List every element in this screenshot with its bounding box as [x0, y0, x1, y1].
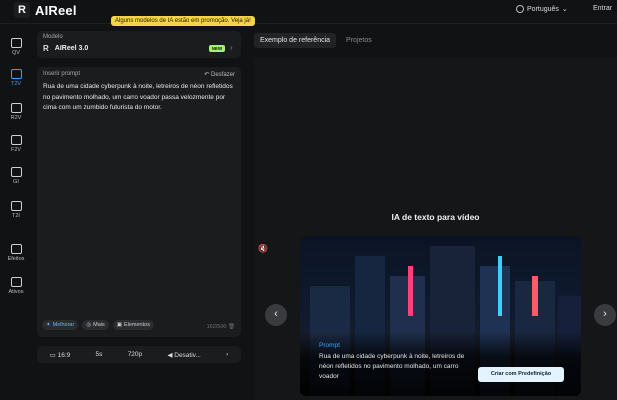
- sidebar-item-label: Ativos: [8, 289, 24, 295]
- text-image-icon: [10, 201, 22, 211]
- folder-icon: [10, 277, 22, 287]
- sidebar-item-f2v[interactable]: F2V: [0, 135, 32, 153]
- more-button[interactable]: ◎ Mais: [82, 320, 109, 330]
- next-arrow-button[interactable]: ›: [594, 304, 616, 326]
- globe-icon: [516, 5, 524, 13]
- sidebar-item-label: Efeitos: [7, 256, 25, 262]
- sidebar-item-label: QV: [12, 50, 20, 56]
- create-with-preset-button[interactable]: Criar com Predefinição: [478, 367, 564, 382]
- tab-reference-example[interactable]: Exemplo de referência: [254, 33, 337, 48]
- app-name: AIReel: [35, 2, 77, 18]
- enhance-button[interactable]: ✦ Melhorar: [42, 320, 79, 330]
- undo-button[interactable]: ↶ Desfazer: [204, 71, 235, 78]
- effects-icon: [10, 244, 22, 254]
- showcase-title: IA de texto para vídeo: [391, 212, 480, 222]
- ratio-value: 16:9: [57, 351, 71, 359]
- sidebar-item-gi[interactable]: GI: [0, 167, 32, 185]
- resolution-setting[interactable]: 720p: [128, 351, 142, 358]
- chevron-right-icon[interactable]: ›: [230, 43, 233, 52]
- sidebar-item-r2v[interactable]: R2V: [0, 103, 32, 121]
- neon-sign: [498, 256, 502, 316]
- model-label: Modelo: [43, 34, 63, 40]
- ratio-setting[interactable]: ▭ 16:9: [50, 351, 71, 359]
- sidebar-rail: QV T2V R2V F2V GI T2I Efeitos Ativos: [0, 28, 32, 400]
- language-selector[interactable]: Português ⌄: [516, 5, 568, 13]
- frame-video-icon: [10, 135, 22, 145]
- prompt-label: Inserir prompt: [43, 71, 81, 77]
- sidebar-item-label: T2V: [10, 81, 22, 87]
- model-name: AIReel 3.0: [54, 45, 89, 52]
- prev-arrow-button[interactable]: ‹: [265, 304, 287, 326]
- view-tabs: Exemplo de referência Projetos: [254, 33, 378, 48]
- login-button[interactable]: Entrar: [593, 5, 612, 12]
- promo-banner[interactable]: Alguns modelos de IA estão em promoção. …: [111, 16, 255, 26]
- elements-label: Elementos: [123, 322, 150, 328]
- sidebar-item-label: R2V: [10, 115, 22, 121]
- sidebar-item-label: GI: [13, 179, 19, 185]
- settings-bar[interactable]: ▭ 16:9 5s 720p ◀ Desativ... ›: [37, 346, 241, 363]
- video-prompt-label: Prompt: [319, 342, 340, 349]
- new-badge: NEW: [209, 45, 225, 52]
- logo[interactable]: R AIReel: [14, 2, 77, 18]
- audio-setting[interactable]: ◀ Desativ...: [167, 351, 200, 359]
- sidebar-item-t2i[interactable]: T2I: [0, 201, 32, 219]
- model-logo-icon: R: [43, 44, 49, 53]
- video-prompt-text: Rua de uma cidade cyberpunk à noite, let…: [319, 353, 465, 380]
- char-counter-value: 162/500: [206, 324, 227, 330]
- top-bar: R AIReel Português ⌄ Entrar: [0, 0, 617, 24]
- undo-label: Desfazer: [210, 72, 235, 78]
- video-grid-icon: [10, 38, 22, 48]
- sidebar-item-label: T2I: [12, 213, 20, 219]
- prompt-panel: Inserir prompt ↶ Desfazer Rua de uma cid…: [37, 67, 241, 337]
- duration-setting[interactable]: 5s: [96, 351, 103, 358]
- prompt-input[interactable]: Rua de uma cidade cyberpunk à noite, let…: [43, 82, 235, 114]
- neon-sign: [408, 266, 413, 316]
- mute-icon[interactable]: 🔇: [258, 244, 268, 253]
- elements-button[interactable]: ▣ Elementos: [112, 320, 154, 330]
- enhance-label: Melhorar: [52, 322, 75, 328]
- sidebar-item-efeitos[interactable]: Efeitos: [0, 244, 32, 262]
- trash-icon[interactable]: 🗑: [228, 324, 235, 330]
- more-label: Mais: [93, 322, 105, 328]
- text-to-video-icon: [10, 69, 22, 79]
- sidebar-item-t2v[interactable]: T2V: [0, 69, 32, 87]
- chevron-down-icon: ⌄: [561, 6, 568, 13]
- char-counter: 162/500 🗑: [207, 324, 235, 330]
- chevron-right-icon[interactable]: ›: [226, 351, 228, 358]
- logo-icon: R: [14, 2, 30, 18]
- sidebar-item-qv[interactable]: QV: [0, 38, 32, 56]
- sidebar-item-label: F2V: [10, 147, 22, 153]
- tab-projects[interactable]: Projetos: [340, 33, 378, 48]
- sidebar-item-ativos[interactable]: Ativos: [0, 277, 32, 295]
- audio-value: Desativ...: [174, 351, 201, 359]
- reference-video-icon: [10, 103, 22, 113]
- neon-sign: [532, 276, 538, 316]
- image-gen-icon: [10, 167, 22, 177]
- language-label: Português: [527, 5, 559, 13]
